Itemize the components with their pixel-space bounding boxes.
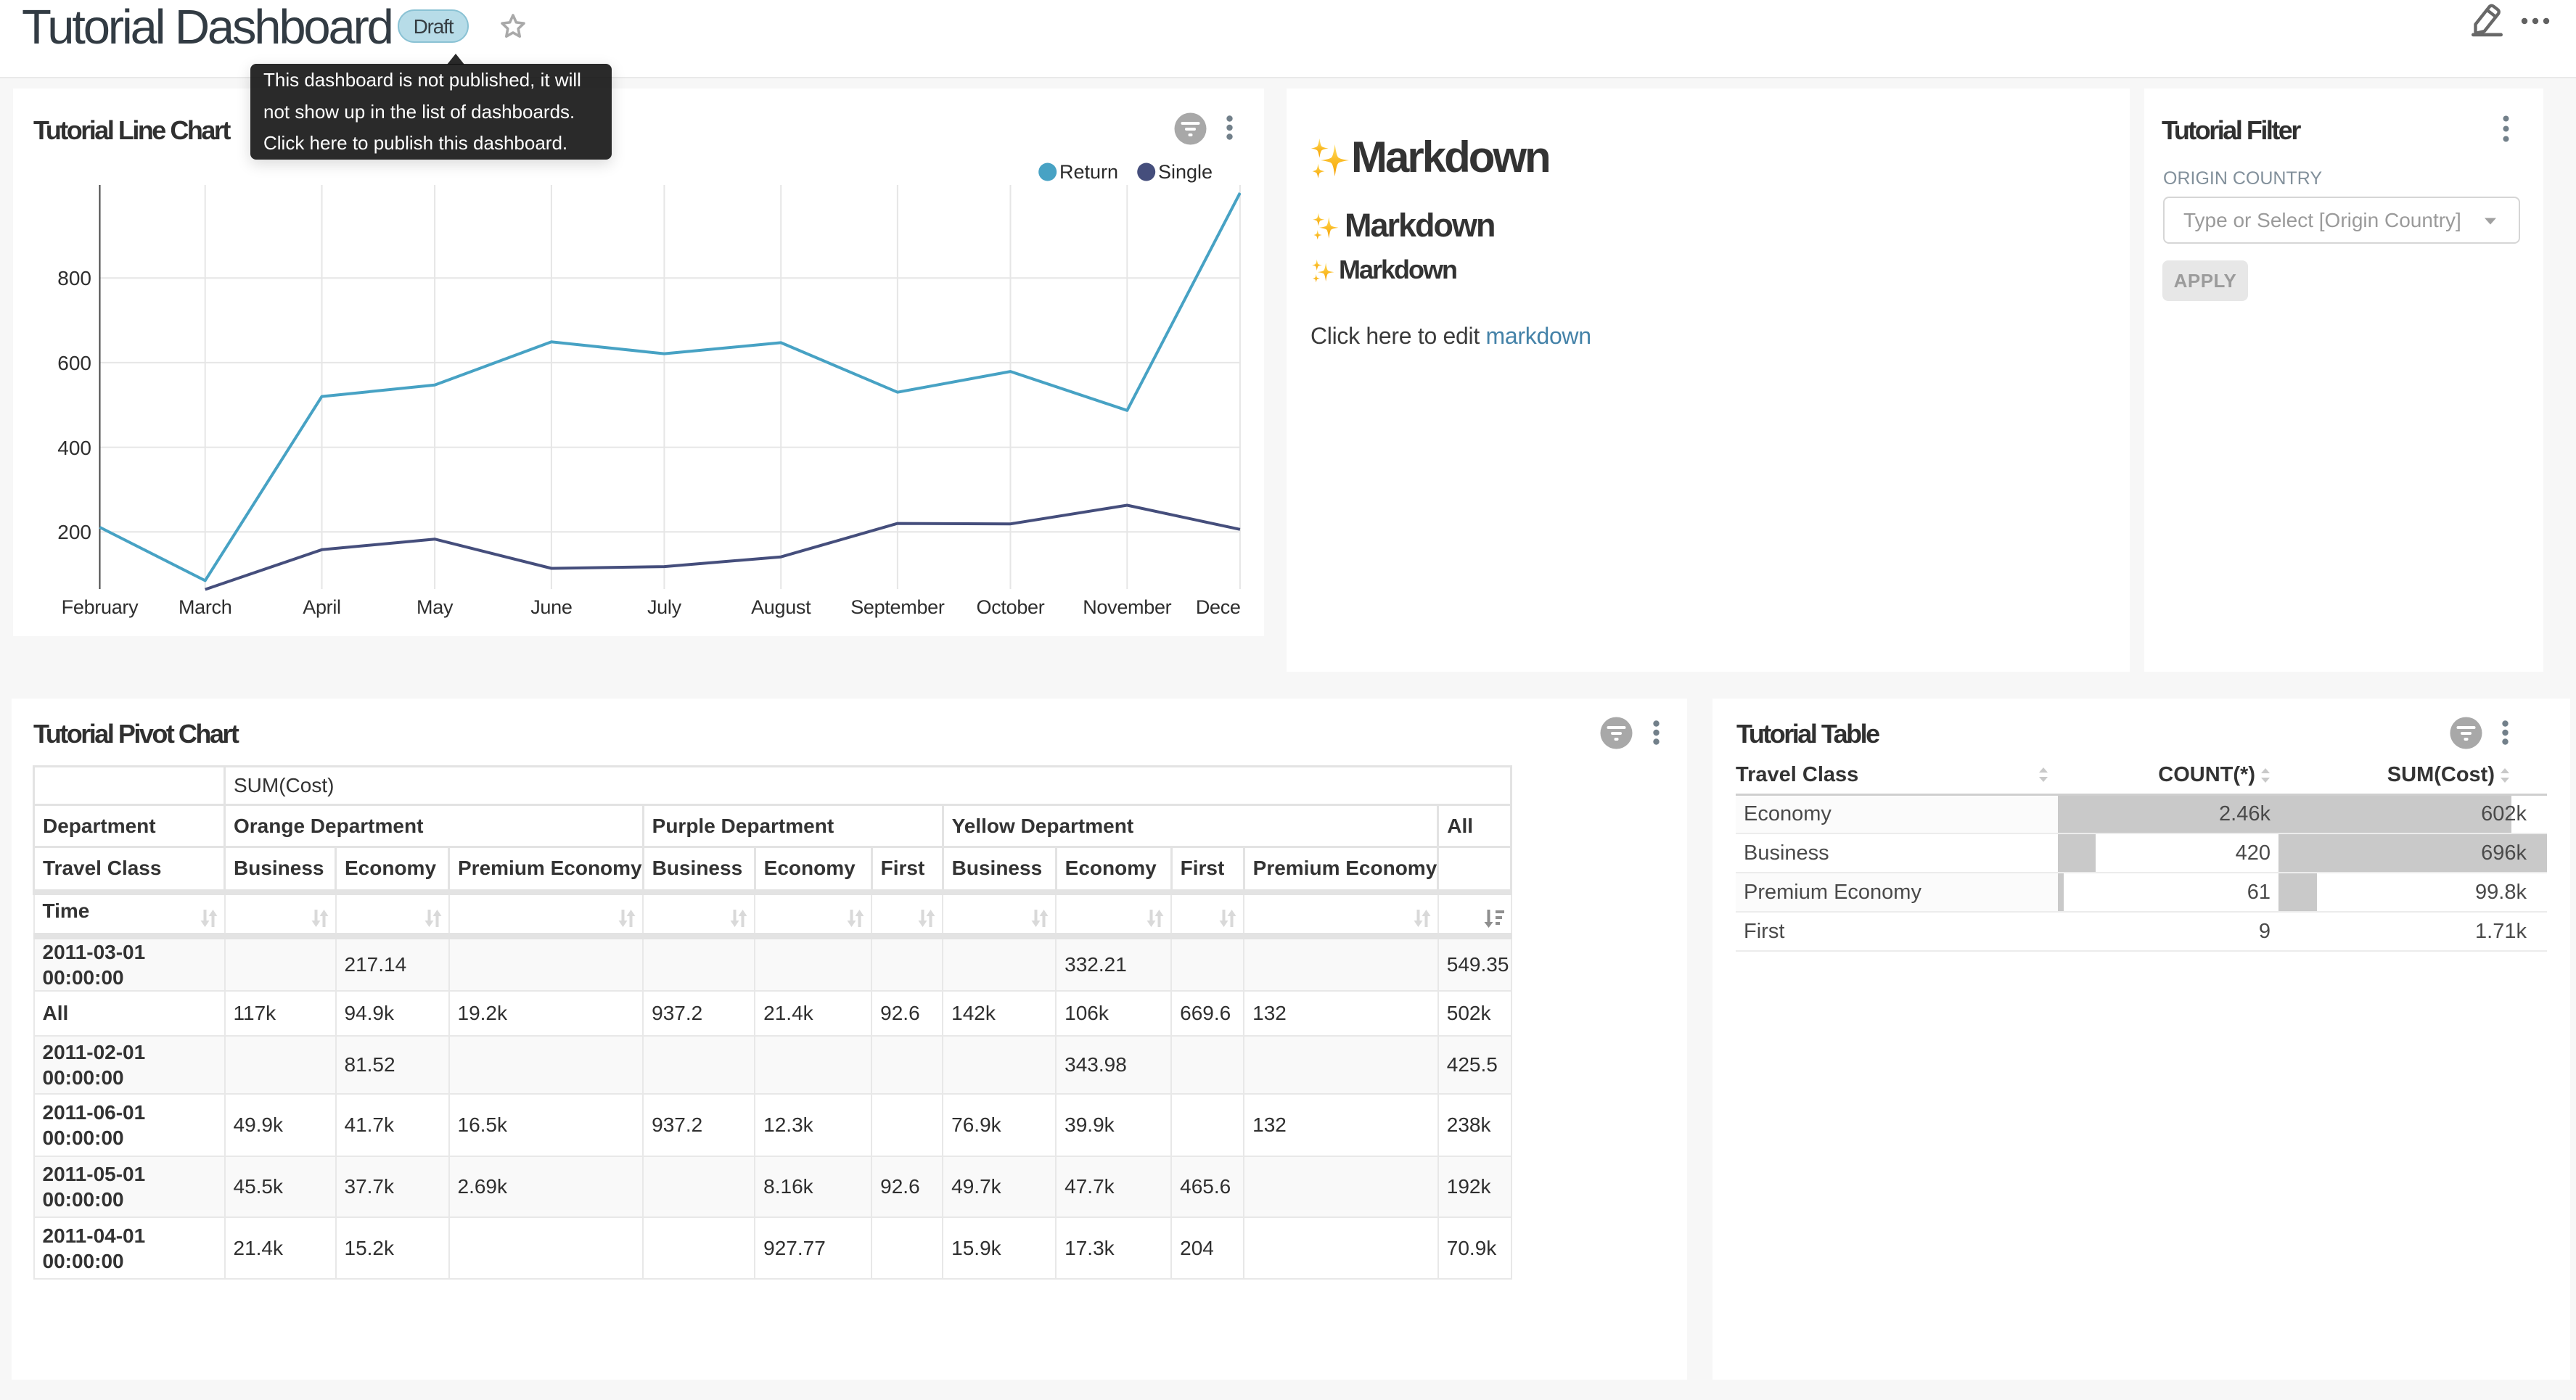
svg-text:May: May (417, 596, 454, 618)
svg-text:Single: Single (1158, 161, 1213, 183)
svg-text:April: April (303, 596, 341, 618)
svg-text:July: July (647, 596, 682, 618)
svg-text:800: 800 (57, 267, 91, 289)
svg-text:200: 200 (57, 521, 91, 543)
svg-text:600: 600 (57, 352, 91, 374)
svg-text:June: June (530, 596, 572, 618)
svg-text:400: 400 (57, 437, 91, 459)
svg-text:February: February (62, 596, 139, 618)
svg-text:March: March (179, 596, 232, 618)
svg-text:Return: Return (1059, 161, 1118, 183)
svg-text:September: September (850, 596, 945, 618)
svg-text:December: December (1196, 596, 1241, 618)
svg-text:November: November (1083, 596, 1171, 618)
svg-text:August: August (751, 596, 811, 618)
svg-text:October: October (977, 596, 1045, 618)
